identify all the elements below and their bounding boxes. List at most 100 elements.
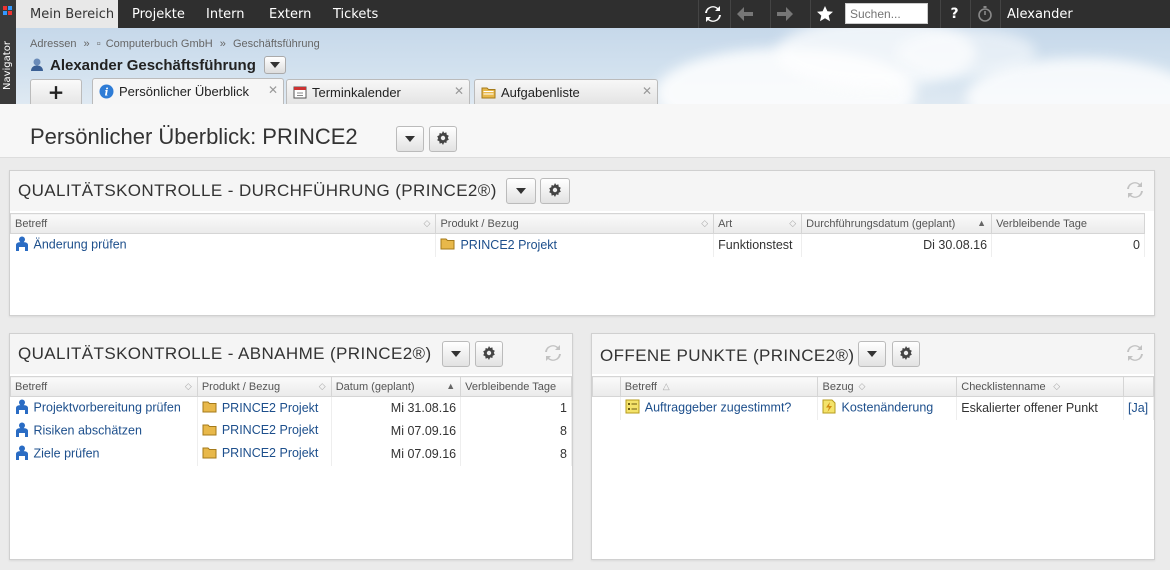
table-row[interactable]: Änderung prüfen PRINCE2 Projekt Funktion…	[10, 233, 1145, 257]
lightning-note-icon	[822, 399, 836, 417]
panel-settings-button[interactable]	[892, 341, 920, 367]
cell-indicator	[592, 396, 621, 420]
cell-datum: Mi 07.09.16	[331, 442, 462, 466]
cell-betreff[interactable]: Risiken abschätzen	[10, 419, 198, 443]
panel-title: QUALITÄTSKONTROLLE - DURCHFÜHRUNG (PRINC…	[18, 181, 497, 200]
column-header-betreff[interactable]: Betreff ◇	[9, 213, 437, 234]
entity-title-line: Alexander Geschäftsführung	[30, 55, 286, 75]
tab-mein-bereich[interactable]: Mein Bereich	[16, 0, 118, 28]
panel-title: OFFENE PUNKTE (PRINCE2®)	[600, 346, 855, 365]
refresh-icon[interactable]	[1126, 181, 1144, 202]
refresh-icon[interactable]	[544, 344, 562, 365]
cell-betreff[interactable]: Auftraggeber zugestimmt?	[620, 396, 819, 420]
panel-menu-button[interactable]	[858, 341, 886, 367]
panel-header: OFFENE PUNKTE (PRINCE2®)	[592, 334, 1154, 374]
panel-settings-button[interactable]	[540, 178, 570, 204]
page-settings-button[interactable]	[429, 126, 457, 152]
page-menu-button[interactable]	[396, 126, 424, 152]
cell-bezug[interactable]: Kostenänderung	[817, 396, 958, 420]
panel-qualitaetskontrolle-durchfuehrung: QUALITÄTSKONTROLLE - DURCHFÜHRUNG (PRINC…	[9, 170, 1155, 316]
folder-icon	[202, 401, 217, 416]
panel-offene-punkte: OFFENE PUNKTE (PRINCE2®) Betreff △ Bezug ◇…	[591, 333, 1155, 560]
cell-betreff[interactable]: Änderung prüfen	[10, 233, 437, 257]
tab-label: Terminkalender	[312, 84, 401, 100]
top-menu-bar: Mein Bereich Projekte Intern Extern Tick…	[0, 0, 1170, 52]
checklist-icon	[625, 399, 640, 417]
refresh-icon[interactable]	[1126, 344, 1144, 365]
folder-icon	[440, 238, 455, 253]
back-arrow-icon[interactable]	[730, 0, 758, 28]
cell-tage: 8	[460, 419, 572, 443]
breadcrumb-company[interactable]: Computerbuch GmbH	[106, 38, 213, 50]
entity-title: Alexander Geschäftsführung	[50, 56, 256, 74]
tab-terminkalender[interactable]: Terminkalender ✕	[286, 79, 470, 104]
cell-datum: Di 30.08.16	[801, 233, 993, 257]
column-header-checklistenname[interactable]: Checklistenname ◇	[956, 376, 1124, 397]
company-icon: ▫	[96, 38, 101, 50]
column-header-betreff[interactable]: Betreff ◇	[10, 376, 198, 397]
cell-datum: Mi 31.08.16	[331, 396, 462, 420]
table-row[interactable]: Risiken abschätzen PRINCE2 Projekt Mi 07…	[10, 419, 572, 443]
panel-title: QUALITÄTSKONTROLLE - ABNAHME (PRINCE2®)	[18, 344, 432, 363]
cell-betreff[interactable]: Projektvorbereitung prüfen	[10, 396, 198, 420]
cell-produkt[interactable]: PRINCE2 Projekt	[197, 419, 332, 443]
tab-aufgabenliste[interactable]: Aufgabenliste ✕	[474, 79, 658, 104]
cell-betreff[interactable]: Ziele prüfen	[10, 442, 198, 466]
breadcrumb: Adressen » ▫ Computerbuch GmbH » Geschäf…	[30, 38, 324, 50]
column-header-tage[interactable]: Verbleibende Tage	[991, 213, 1145, 234]
column-header-produkt[interactable]: Produkt / Bezug ◇	[196, 376, 332, 397]
panel-settings-button[interactable]	[475, 341, 503, 367]
column-header-indicator	[592, 376, 621, 397]
folder-icon	[202, 424, 217, 439]
sync-icon[interactable]	[698, 0, 726, 28]
cell-datum: Mi 07.09.16	[331, 419, 462, 443]
search-input[interactable]	[845, 3, 928, 24]
tab-persoenlicher-ueberblick[interactable]: i Persönlicher Überblick ✕	[92, 78, 284, 104]
star-icon[interactable]	[810, 0, 838, 28]
person-icon	[30, 57, 44, 74]
table-header-row: Betreff ◇ Produkt / Bezug ◇ Datum (geplant…	[10, 376, 572, 397]
panel-qualitaetskontrolle-abnahme: QUALITÄTSKONTROLLE - ABNAHME (PRINCE2®) …	[9, 333, 573, 560]
user-menu[interactable]: Alexander Geschäftsführung	[1000, 0, 1170, 52]
cell-produkt[interactable]: PRINCE2 Projekt	[197, 442, 332, 466]
forward-arrow-icon[interactable]	[770, 0, 798, 28]
stopwatch-icon[interactable]	[970, 0, 998, 28]
cell-art: Funktionstest	[713, 233, 803, 257]
cell-flag[interactable]: [Ja]	[1123, 396, 1155, 420]
panel-menu-button[interactable]	[506, 178, 536, 204]
breadcrumb-adressen[interactable]: Adressen	[30, 38, 76, 50]
entity-menu-button[interactable]	[263, 56, 286, 74]
folder-icon	[481, 86, 496, 99]
tab-intern[interactable]: Intern	[206, 0, 245, 28]
column-header-bezug[interactable]: Bezug ◇	[817, 376, 958, 397]
close-tab-icon[interactable]: ✕	[268, 83, 278, 97]
data-table: Betreff ◇ Produkt / Bezug ◇ Datum (geplant…	[10, 376, 572, 466]
cell-produkt[interactable]: PRINCE2 Projekt	[197, 396, 332, 420]
svg-text:i: i	[105, 88, 109, 99]
panel-menu-button[interactable]	[442, 341, 470, 367]
navigator-strip[interactable]: Navigator	[0, 0, 16, 104]
table-row[interactable]: Projektvorbereitung prüfen PRINCE2 Proje…	[10, 396, 572, 420]
table-row[interactable]: Ziele prüfen PRINCE2 Projekt Mi 07.09.16…	[10, 442, 572, 466]
navigator-label: Navigator	[2, 41, 13, 91]
column-header-art[interactable]: Art ◇	[713, 213, 803, 234]
close-tab-icon[interactable]: ✕	[642, 84, 652, 98]
close-tab-icon[interactable]: ✕	[454, 84, 464, 98]
person-icon	[15, 399, 29, 417]
help-button[interactable]: ?	[940, 0, 968, 28]
cell-tage: 1	[460, 396, 572, 420]
column-header-tage[interactable]: Verbleibende Tage	[460, 376, 572, 397]
breadcrumb-department[interactable]: Geschäftsführung	[233, 38, 320, 50]
column-header-produkt[interactable]: Produkt / Bezug ◇	[435, 213, 715, 234]
column-header-betreff[interactable]: Betreff △	[619, 376, 819, 397]
add-tab-button[interactable]: +	[30, 79, 82, 104]
gear-icon	[436, 130, 450, 148]
tab-extern[interactable]: Extern	[269, 0, 311, 28]
column-header-datum[interactable]: Datum (geplant) ▲	[330, 376, 462, 397]
column-header-datum[interactable]: Durchführungsdatum (geplant) ▲	[801, 213, 993, 234]
table-row[interactable]: Auftraggeber zugestimmt? Kostenänderung …	[592, 396, 1155, 420]
column-header-extra	[1122, 376, 1155, 397]
tab-projekte[interactable]: Projekte	[132, 0, 185, 28]
tab-tickets[interactable]: Tickets	[333, 0, 378, 28]
cell-produkt[interactable]: PRINCE2 Projekt	[435, 233, 715, 257]
